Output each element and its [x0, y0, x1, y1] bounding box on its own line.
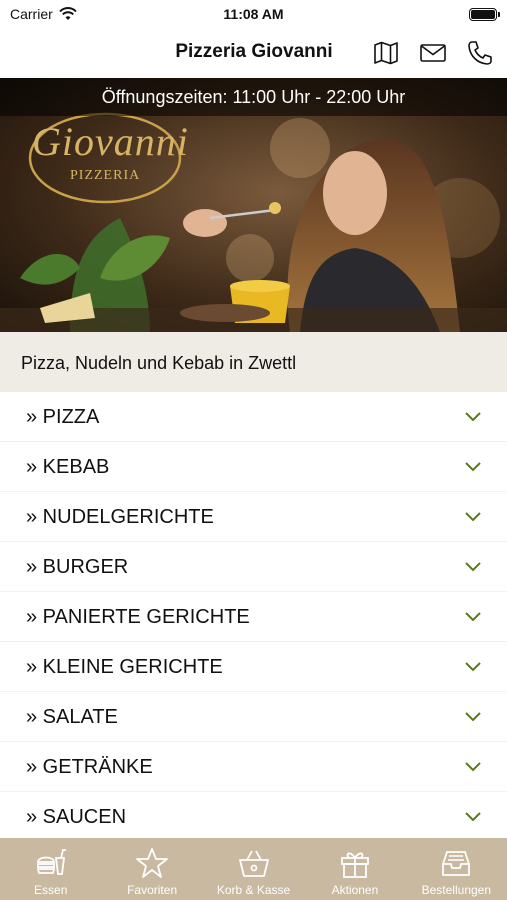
chevron-down-icon — [465, 462, 481, 472]
category-label: » PIZZA — [26, 406, 100, 428]
map-icon[interactable] — [372, 39, 400, 67]
logo-script: Giovanni — [32, 119, 189, 164]
tab-label: Aktionen — [331, 883, 379, 897]
category-label: » SALATE — [26, 706, 118, 728]
chevron-down-icon — [465, 512, 481, 522]
category-label: » GETRÄNKE — [26, 756, 153, 778]
tab-essen[interactable]: Essen — [0, 838, 101, 900]
restaurant-tagline: Pizza, Nudeln und Kebab in Zwettl — [0, 332, 507, 392]
opening-hours: Öffnungszeiten: 11:00 Uhr - 22:00 Uhr — [0, 78, 507, 116]
tab-label: Korb & Kasse — [216, 883, 291, 897]
tab-favoriten[interactable]: Favoriten — [101, 838, 202, 900]
tab-korb-kasse[interactable]: Korb & Kasse — [203, 838, 304, 900]
hero-banner: Giovanni PIZZERIA Öffnungszeiten: 11:00 … — [0, 78, 507, 332]
navigation-bar: Pizzeria Giovanni — [0, 28, 507, 78]
tab-bar: Essen Favoriten Korb & Kasse Aktionen Be… — [0, 838, 507, 900]
category-list: » PIZZA » KEBAB » NUDELGERICHTE » BURGER… — [0, 392, 507, 838]
category-label: » SAUCEN — [26, 806, 127, 828]
status-bar: Carrier 11:08 AM — [0, 0, 507, 28]
category-label: » NUDELGERICHTE — [26, 506, 214, 528]
chevron-down-icon — [465, 412, 481, 422]
category-label: » KLEINE GERICHTE — [26, 656, 223, 678]
star-icon — [136, 848, 169, 878]
burger-drink-icon — [36, 849, 66, 875]
chevron-down-icon — [465, 762, 481, 772]
chevron-down-icon — [465, 712, 481, 722]
category-kebab[interactable]: » KEBAB — [0, 442, 507, 492]
logo-subtitle: PIZZERIA — [70, 168, 141, 183]
chevron-down-icon — [465, 562, 481, 572]
category-burger[interactable]: » BURGER — [0, 542, 507, 592]
clock: 11:08 AM — [223, 6, 284, 22]
chevron-down-icon — [465, 812, 481, 822]
category-panierte-gerichte[interactable]: » PANIERTE GERICHTE — [0, 592, 507, 642]
hero-photo — [0, 78, 507, 332]
category-kleine-gerichte[interactable]: » KLEINE GERICHTE — [0, 642, 507, 692]
page-title: Pizzeria Giovanni — [175, 41, 333, 62]
category-label: » PANIERTE GERICHTE — [26, 606, 250, 628]
tab-label: Favoriten — [127, 883, 178, 897]
category-getraenke[interactable]: » GETRÄNKE — [0, 742, 507, 792]
chevron-down-icon — [465, 612, 481, 622]
chevron-down-icon — [465, 662, 481, 672]
mail-icon[interactable] — [419, 39, 447, 67]
tab-label: Bestellungen — [421, 883, 492, 897]
tab-aktionen[interactable]: Aktionen — [304, 838, 405, 900]
category-salate[interactable]: » SALATE — [0, 692, 507, 742]
category-saucen[interactable]: » SAUCEN — [0, 792, 507, 838]
gift-icon — [341, 852, 369, 878]
battery-icon — [469, 8, 500, 21]
inbox-tray-icon — [442, 851, 471, 876]
category-pizza[interactable]: » PIZZA — [0, 392, 507, 442]
tab-bestellungen[interactable]: Bestellungen — [406, 838, 507, 900]
category-nudelgerichte[interactable]: » NUDELGERICHTE — [0, 492, 507, 542]
basket-icon — [238, 850, 269, 877]
category-label: » BURGER — [26, 556, 129, 578]
category-label: » KEBAB — [26, 456, 110, 478]
phone-icon[interactable] — [466, 39, 494, 67]
tab-label: Essen — [34, 883, 68, 897]
